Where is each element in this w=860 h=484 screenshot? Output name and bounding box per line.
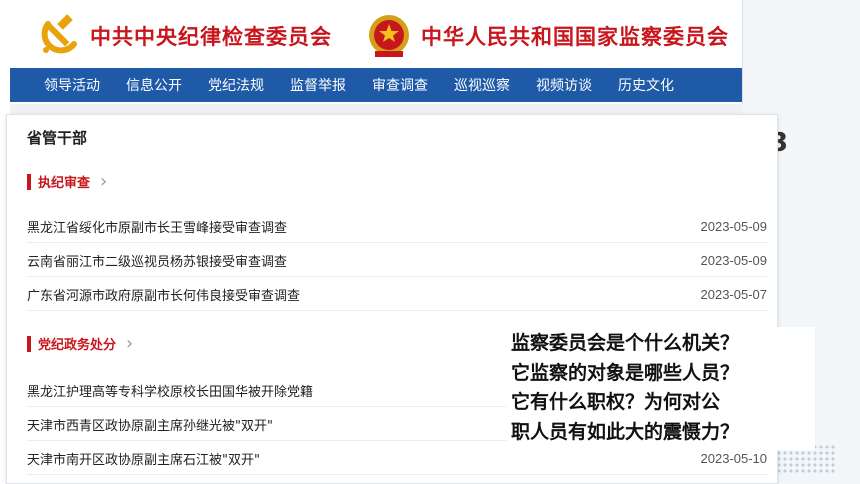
list-item-title[interactable]: 云南省丽江市二级巡视员杨苏银接受审查调查 [27, 251, 287, 270]
overlay-line: 它有什么职权？为何对公 [511, 391, 721, 413]
list-item-title[interactable]: 天津市南开区政协原副主席石江被"双开" [27, 449, 260, 468]
list-item[interactable]: 广东省河源市政府原副市长何伟良接受审查调查 2023-05-07 [27, 279, 767, 311]
brand-title-left: 中共中央纪律检查委员会 [90, 24, 332, 49]
section-header-discipline[interactable]: 党纪政务处分 › [27, 334, 133, 353]
overlay-line: 职人员有如此大的震慑力？ [511, 420, 740, 443]
site-header: 中共中央纪律检查委员会 中华人民共和国国家监察委员会 领导活动 信息公开 党纪法规 监… [10, 0, 743, 104]
brand-title-right: 中华人民共和国国家监察委员会 [421, 24, 729, 49]
list-item[interactable]: 黑龙江省绥化市原副市长王雪峰接受审查调查 2023-05-09 [27, 211, 767, 243]
section-label: 党纪政务处分 [38, 338, 117, 353]
brand-ccdi[interactable]: 中共中央纪律检查委员会 [38, 8, 332, 64]
nav-item-7[interactable]: 历史文化 [618, 75, 674, 95]
list-item-title[interactable]: 广东省河源市政府原副市长何伟良接受审查调查 [27, 285, 300, 304]
chevron-right-icon: › [126, 332, 134, 354]
nav-item-0[interactable]: 领导活动 [44, 75, 100, 95]
section-label: 执纪审查 [38, 176, 91, 191]
list-item-title[interactable]: 黑龙江省绥化市原副市长王雪峰接受审查调查 [27, 217, 287, 236]
list-item-title[interactable]: 黑龙江护理高等专科学校原校长田国华被开除党籍 [27, 381, 313, 400]
hammer-sickle-icon [41, 14, 77, 54]
nav-item-6[interactable]: 视频访谈 [536, 75, 592, 95]
list-item-date: 2023-05-09 [700, 253, 768, 268]
question-overlay: 监察委员会是个什么机关？ 它监察的对象是哪些人员？ 它有什么职权？为何对公 职人… [507, 327, 815, 450]
list-item[interactable]: 云南省丽江市二级巡视员杨苏银接受审查调查 2023-05-09 [27, 245, 767, 277]
nav-item-3[interactable]: 监督举报 [290, 75, 346, 95]
national-emblem-icon [369, 15, 409, 57]
section-header-review[interactable]: 执纪审查 › [27, 172, 107, 191]
nav-item-1[interactable]: 信息公开 [126, 75, 182, 95]
nav-item-2[interactable]: 党纪法规 [208, 75, 264, 95]
header-divider [10, 104, 742, 114]
section-accent-bar [27, 335, 31, 352]
overlay-line: 监察委员会是个什么机关？ [511, 332, 740, 354]
chevron-right-icon: › [100, 170, 108, 192]
section-accent-bar [27, 173, 31, 190]
nav-item-5[interactable]: 巡视巡察 [454, 75, 510, 95]
list-item-date: 2023-05-07 [700, 287, 768, 302]
list-item-date: 2023-05-10 [700, 451, 768, 466]
card-title: 省管干部 [27, 129, 88, 147]
main-nav: 领导活动 信息公开 党纪法规 监督举报 审查调查 巡视巡察 视频访谈 历史文化 [10, 68, 742, 102]
nav-item-4[interactable]: 审查调查 [372, 75, 428, 95]
list-item-title[interactable]: 天津市西青区政协原副主席孙继光被"双开" [27, 415, 273, 434]
list-item-date: 2023-05-09 [700, 219, 768, 234]
overlay-line: 它监察的对象是哪些人员？ [511, 361, 740, 384]
brand-nsc[interactable]: 中华人民共和国国家监察委员会 [365, 8, 729, 64]
